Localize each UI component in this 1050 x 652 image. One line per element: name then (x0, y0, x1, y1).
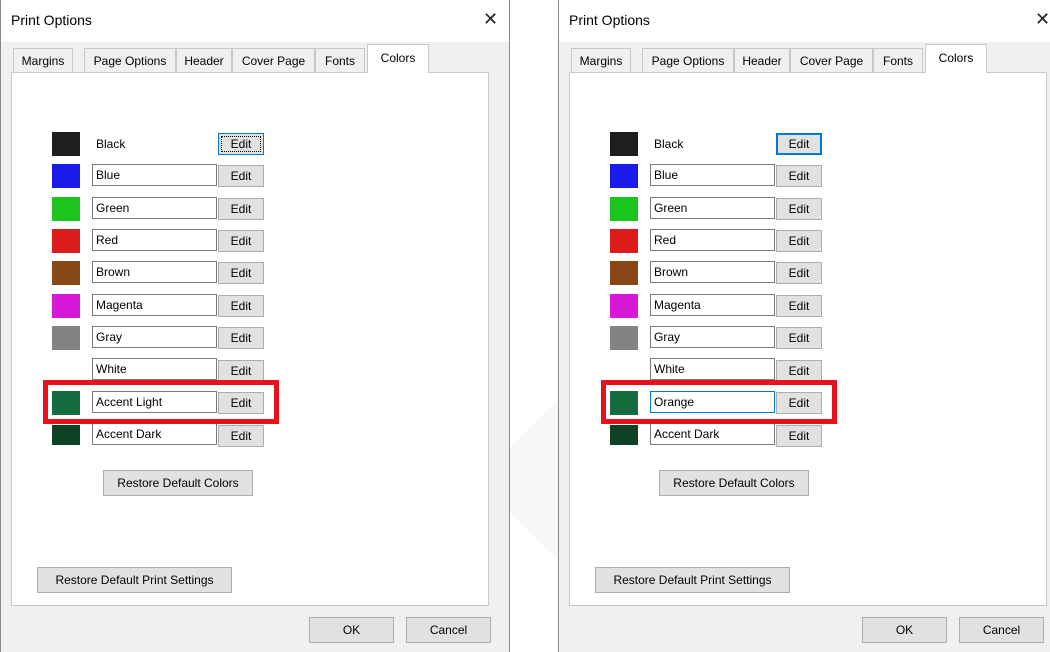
color-swatch-accent-dark (52, 425, 80, 445)
color-name-field[interactable]: Red (92, 229, 217, 251)
color-name-field[interactable]: Magenta (650, 294, 775, 316)
color-name-field[interactable]: Accent Dark (92, 423, 217, 445)
tab-colors[interactable]: Colors (367, 44, 429, 73)
edit-accent-dark-button[interactable]: Edit (776, 425, 822, 447)
print-options-dialog-after: Print Options ✕ Margins Page Options Hea… (558, 0, 1050, 652)
color-swatch-magenta (52, 294, 80, 318)
cancel-button[interactable]: Cancel (406, 617, 491, 643)
color-name-field[interactable]: Brown (92, 261, 217, 283)
restore-default-colors-button[interactable]: Restore Default Colors (103, 470, 253, 496)
colors-tab-panel: Black Edit Blue Edit Green Edit Red Edit… (569, 72, 1047, 606)
color-name-field[interactable]: Gray (92, 326, 217, 348)
edit-blue-button[interactable]: Edit (776, 165, 822, 187)
color-name-field[interactable]: Blue (650, 164, 775, 186)
edit-white-button[interactable]: Edit (776, 360, 822, 382)
tab-page-options[interactable]: Page Options (84, 48, 176, 72)
tab-page-options[interactable]: Page Options (642, 48, 734, 72)
restore-default-print-settings-button[interactable]: Restore Default Print Settings (37, 567, 232, 593)
tab-header[interactable]: Header (734, 48, 790, 72)
color-name-field[interactable]: Green (92, 197, 217, 219)
color-name-field[interactable]: Red (650, 229, 775, 251)
color-name-field[interactable]: White (650, 358, 775, 380)
tab-header[interactable]: Header (176, 48, 232, 72)
color-name-label: Black (96, 137, 126, 151)
cancel-button[interactable]: Cancel (959, 617, 1044, 643)
colors-tab-panel: Black Edit Blue Edit Green Edit Red Edit… (11, 72, 489, 606)
close-icon[interactable]: ✕ (483, 10, 498, 28)
edit-gray-button[interactable]: Edit (218, 327, 264, 349)
edit-accent-dark-button[interactable]: Edit (218, 425, 264, 447)
ok-button[interactable]: OK (862, 617, 947, 643)
color-swatch-brown (52, 261, 80, 285)
edit-blue-button[interactable]: Edit (218, 165, 264, 187)
color-name-field[interactable]: Accent Dark (650, 423, 775, 445)
tab-fonts[interactable]: Fonts (315, 48, 365, 72)
dialog-title: Print Options (569, 12, 650, 28)
edit-green-button[interactable]: Edit (218, 198, 264, 220)
edit-black-button[interactable]: Edit (218, 133, 264, 155)
color-swatch-green (610, 197, 638, 221)
dialog-title: Print Options (11, 12, 92, 28)
color-swatch-magenta (610, 294, 638, 318)
color-name-field[interactable]: Green (650, 197, 775, 219)
color-swatch-blue (610, 164, 638, 188)
tab-margins[interactable]: Margins (13, 48, 73, 72)
color-swatch-red (52, 229, 80, 253)
color-swatch-red (610, 229, 638, 253)
tab-cover-page[interactable]: Cover Page (232, 48, 315, 72)
title-bar: Print Options ✕ (1, 0, 509, 42)
edit-red-button[interactable]: Edit (218, 230, 264, 252)
edit-magenta-button[interactable]: Edit (776, 295, 822, 317)
edit-brown-button[interactable]: Edit (776, 262, 822, 284)
ok-button[interactable]: OK (309, 617, 394, 643)
color-swatch-gray (52, 326, 80, 350)
color-name-field[interactable]: Blue (92, 164, 217, 186)
print-options-dialog-before: Print Options ✕ Margins Page Options Hea… (0, 0, 510, 652)
edit-brown-button[interactable]: Edit (218, 262, 264, 284)
edit-red-button[interactable]: Edit (776, 230, 822, 252)
color-swatch-black (52, 132, 80, 156)
edit-green-button[interactable]: Edit (776, 198, 822, 220)
highlight-box (43, 380, 279, 424)
color-name-field[interactable]: Magenta (92, 294, 217, 316)
color-swatch-brown (610, 261, 638, 285)
highlight-box (601, 380, 837, 424)
color-swatch-black (610, 132, 638, 156)
tab-margins[interactable]: Margins (571, 48, 631, 72)
edit-magenta-button[interactable]: Edit (218, 295, 264, 317)
edit-white-button[interactable]: Edit (218, 360, 264, 382)
color-swatch-accent-dark (610, 425, 638, 445)
restore-default-colors-button[interactable]: Restore Default Colors (659, 470, 809, 496)
color-name-field[interactable]: Gray (650, 326, 775, 348)
tab-fonts[interactable]: Fonts (873, 48, 923, 72)
color-name-field[interactable]: Brown (650, 261, 775, 283)
color-swatch-green (52, 197, 80, 221)
restore-default-print-settings-button[interactable]: Restore Default Print Settings (595, 567, 790, 593)
color-swatch-blue (52, 164, 80, 188)
edit-black-button[interactable]: Edit (776, 133, 822, 155)
title-bar: Print Options ✕ (559, 0, 1050, 42)
edit-gray-button[interactable]: Edit (776, 327, 822, 349)
color-name-field[interactable]: White (92, 358, 217, 380)
color-name-label: Black (654, 137, 684, 151)
tab-colors[interactable]: Colors (925, 44, 987, 73)
close-icon[interactable]: ✕ (1035, 10, 1050, 28)
color-swatch-gray (610, 326, 638, 350)
tab-cover-page[interactable]: Cover Page (790, 48, 873, 72)
